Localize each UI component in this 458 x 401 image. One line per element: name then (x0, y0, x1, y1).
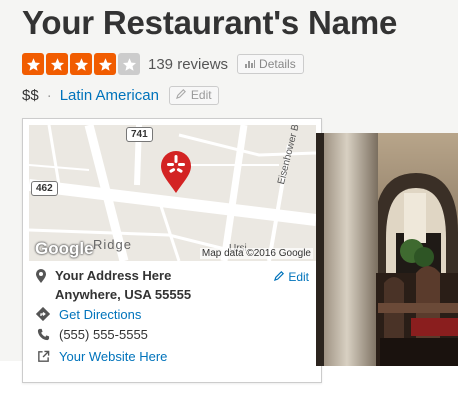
map-card: 741 462 Eisenhower Blvd Ridge Ursi Googl… (22, 118, 322, 383)
map-pin-icon[interactable] (159, 150, 193, 194)
business-name: Your Restaurant's Name (22, 4, 398, 41)
star-icon (94, 53, 116, 75)
review-count[interactable]: 139 reviews (148, 56, 228, 73)
restaurant-interior-image (316, 133, 458, 366)
map-attribution: Map data ©2016 Google (199, 248, 313, 259)
restaurant-photo[interactable] (316, 133, 458, 366)
edit-label: Edit (190, 88, 212, 102)
get-directions-link[interactable]: Get Directions (59, 307, 141, 322)
details-label: Details (259, 57, 296, 71)
star-icon (22, 53, 44, 75)
star-rating (22, 53, 140, 75)
location-pin-icon (35, 269, 47, 289)
directions-icon (35, 306, 51, 322)
external-link-icon (35, 348, 51, 364)
pencil-icon (274, 270, 285, 284)
website-row[interactable]: Your Website Here (35, 348, 167, 364)
map[interactable]: 741 462 Eisenhower Blvd Ridge Ursi Googl… (29, 125, 316, 261)
phone-row: (555) 555-5555 (35, 326, 148, 342)
star-icon (118, 53, 140, 75)
website-link[interactable]: Your Website Here (59, 349, 167, 364)
category-link[interactable]: Latin American (60, 87, 159, 104)
directions-row[interactable]: Get Directions (35, 306, 141, 322)
details-button[interactable]: Details (237, 54, 304, 74)
area-label: Ridge (93, 237, 132, 252)
address-line2: Anywhere, USA 55555 (55, 287, 192, 302)
category-row: $$ · Latin American Edit (22, 85, 219, 105)
address-line1: Your Address Here (55, 268, 172, 283)
route-shield: 741 (126, 127, 153, 142)
phone-icon (35, 326, 51, 342)
rating-row: 139 reviews Details (22, 53, 304, 75)
phone-number: (555) 555-5555 (59, 326, 148, 342)
route-shield: 462 (31, 181, 58, 196)
edit-address-label: Edit (288, 270, 309, 284)
pencil-icon (175, 88, 187, 102)
separator-dot: · (46, 86, 52, 104)
price-range: $$ (22, 86, 39, 104)
edit-address-link[interactable]: Edit (274, 270, 309, 284)
google-logo: Google (35, 239, 94, 258)
edit-category-button[interactable]: Edit (168, 85, 219, 105)
star-icon (46, 53, 68, 75)
star-icon (70, 53, 92, 75)
bar-chart-icon (245, 57, 256, 71)
